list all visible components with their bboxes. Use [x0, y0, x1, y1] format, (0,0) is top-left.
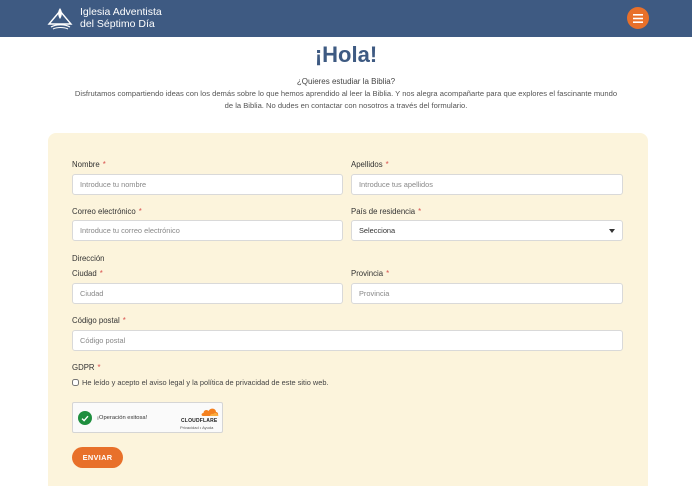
required-mark: *	[99, 269, 103, 278]
submit-button[interactable]: ENVIAR	[72, 447, 123, 468]
ciudad-label: Ciudad *	[72, 269, 103, 278]
codigo-postal-input[interactable]	[72, 330, 623, 351]
adventist-flame-icon[interactable]	[47, 6, 74, 30]
apellidos-input[interactable]	[351, 174, 623, 195]
nombre-label: Nombre *	[72, 160, 106, 169]
apellidos-label-text: Apellidos	[351, 160, 383, 169]
ciudad-label-text: Ciudad	[72, 269, 97, 278]
required-mark: *	[138, 207, 142, 216]
pais-select[interactable]: Selecciona	[351, 220, 623, 241]
required-mark: *	[122, 316, 126, 325]
site-logo-text[interactable]: Iglesia Adventista del Séptimo Día	[80, 6, 162, 30]
required-mark: *	[386, 269, 390, 278]
provincia-label: Provincia *	[351, 269, 389, 278]
gdpr-consent[interactable]: He leído y acepto el aviso legal y la po…	[72, 378, 329, 387]
intro-text: Disfrutamos compartiendo ideas con los d…	[40, 88, 652, 112]
success-check-icon	[78, 411, 92, 425]
hamburger-menu-icon	[633, 13, 643, 23]
codigo-postal-label-text: Código postal	[72, 316, 120, 325]
apellidos-label: Apellidos *	[351, 160, 389, 169]
caret-down-icon	[609, 228, 615, 233]
captcha-links[interactable]: Privacidad • Ayuda	[180, 425, 213, 430]
direccion-label: Dirección	[72, 254, 105, 263]
nombre-label-text: Nombre	[72, 160, 100, 169]
pais-label-text: País de residencia	[351, 207, 416, 216]
logo-line-2: del Séptimo Día	[80, 17, 155, 30]
provincia-label-text: Provincia	[351, 269, 384, 278]
menu-button[interactable]	[627, 7, 649, 29]
nombre-input[interactable]	[72, 174, 343, 195]
site-header: Iglesia Adventista del Séptimo Día	[0, 0, 692, 37]
required-mark: *	[385, 160, 389, 169]
correo-label-text: Correo electrónico	[72, 207, 136, 216]
cloudflare-cloud-icon	[201, 408, 219, 416]
codigo-postal-label: Código postal *	[72, 316, 126, 325]
intro-line-1: Disfrutamos compartiendo ideas con los d…	[74, 89, 618, 98]
intro-line-2: de la Biblia. No dudes en contactar con …	[224, 101, 468, 110]
gdpr-checkbox[interactable]	[72, 379, 79, 386]
pais-label: País de residencia *	[351, 207, 421, 216]
ciudad-input[interactable]	[72, 283, 343, 304]
page-title: ¡Hola!	[314, 42, 378, 67]
gdpr-checkbox-text: He leído y acepto el aviso legal y la po…	[82, 378, 329, 387]
correo-input[interactable]	[72, 220, 343, 241]
captcha-status: ¡Operación exitosa!	[97, 415, 148, 421]
required-mark: *	[418, 207, 422, 216]
provincia-input[interactable]	[351, 283, 623, 304]
gdpr-label-text: GDPR	[72, 363, 95, 372]
logo-line-1: Iglesia Adventista	[80, 6, 162, 18]
cloudflare-captcha[interactable]: ¡Operación exitosa! CLOUDFLARE Privacida…	[72, 402, 223, 433]
cloudflare-brand: CLOUDFLARE	[181, 418, 218, 424]
page-subtitle: ¿Quieres estudiar la Biblia?	[296, 77, 396, 86]
required-mark: *	[102, 160, 106, 169]
required-mark: *	[97, 363, 101, 372]
correo-label: Correo electrónico *	[72, 207, 142, 216]
pais-selected-value: Selecciona	[359, 226, 396, 235]
gdpr-label: GDPR *	[72, 363, 101, 372]
